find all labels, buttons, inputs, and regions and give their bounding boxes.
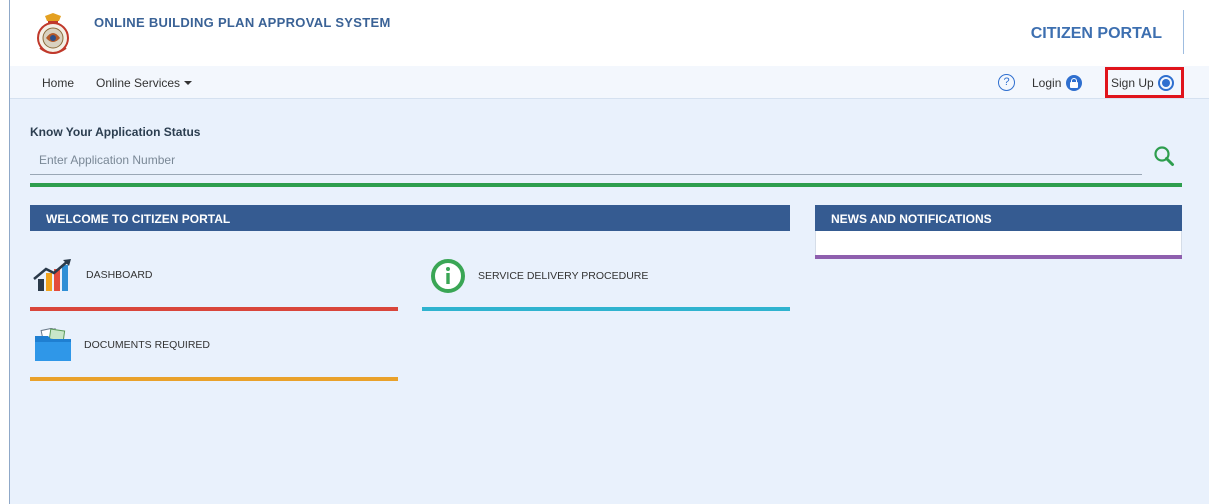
service-delivery-label: SERVICE DELIVERY PROCEDURE — [478, 270, 649, 282]
nav-home-link[interactable]: Home — [42, 76, 74, 90]
service-delivery-accent-bar — [422, 307, 790, 311]
documents-required-tile[interactable]: DOCUMENTS REQUIRED — [34, 328, 210, 362]
portal-title: CITIZEN PORTAL — [1030, 25, 1162, 42]
state-emblem-logo — [37, 13, 69, 54]
login-label: Login — [1032, 76, 1062, 90]
site-header: ONLINE BUILDING PLAN APPROVAL SYSTEM CIT… — [10, 0, 1209, 66]
welcome-panel-heading: WELCOME TO CITIZEN PORTAL — [30, 205, 790, 231]
application-status-label: Know Your Application Status — [30, 125, 201, 139]
application-number-input[interactable] — [30, 145, 1142, 175]
caret-down-icon — [184, 81, 193, 85]
dashboard-tile[interactable]: DASHBOARD — [32, 257, 153, 293]
nav-online-services-label: Online Services — [96, 76, 181, 90]
lock-icon — [1066, 75, 1083, 91]
help-icon[interactable]: ? — [998, 74, 1015, 91]
documents-folder-icon — [35, 328, 71, 361]
service-delivery-tile[interactable]: SERVICE DELIVERY PROCEDURE — [430, 258, 648, 294]
dashboard-accent-bar — [30, 307, 398, 311]
news-panel-heading: NEWS AND NOTIFICATIONS — [815, 205, 1182, 231]
header-divider — [1183, 10, 1184, 54]
search-icon[interactable] — [1153, 145, 1175, 167]
nav-online-services-dropdown[interactable]: Online Services — [96, 76, 193, 90]
news-list — [815, 231, 1182, 255]
signup-link[interactable]: Sign Up — [1111, 75, 1174, 91]
main-navbar: Home Online Services ? Login Sign Up — [10, 66, 1209, 99]
site-title: ONLINE BUILDING PLAN APPROVAL SYSTEM — [94, 15, 391, 30]
dashboard-chart-icon — [33, 259, 71, 291]
signup-icon — [1157, 75, 1174, 91]
news-accent-bar — [815, 255, 1182, 259]
search-underline-bar — [30, 183, 1182, 187]
page-frame: ONLINE BUILDING PLAN APPROVAL SYSTEM CIT… — [9, 0, 1209, 504]
login-link[interactable]: Login — [1032, 75, 1083, 91]
documents-required-label: DOCUMENTS REQUIRED — [84, 339, 211, 351]
signup-label: Sign Up — [1111, 76, 1154, 90]
info-circle-icon — [431, 259, 465, 293]
dashboard-label: DASHBOARD — [86, 269, 153, 281]
documents-accent-bar — [30, 377, 398, 381]
